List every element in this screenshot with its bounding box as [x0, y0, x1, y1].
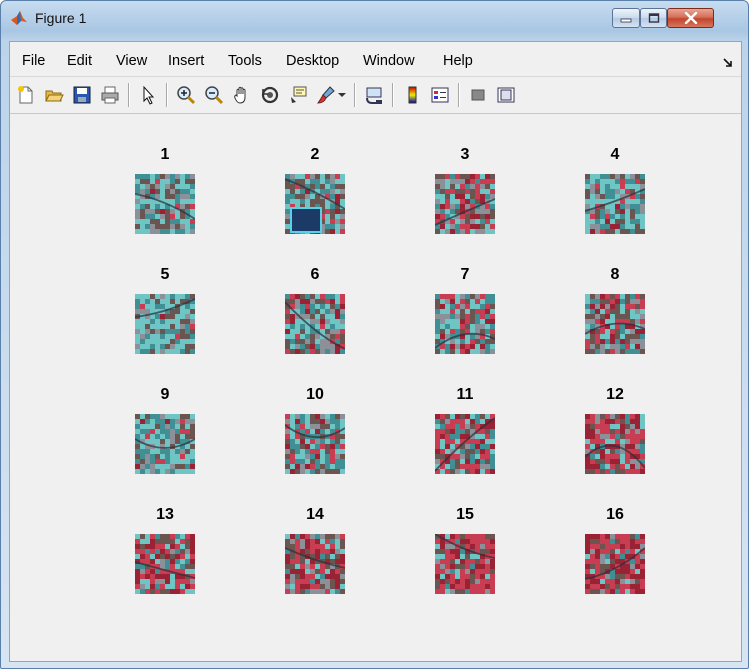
data-cursor-icon[interactable] [286, 83, 310, 107]
menu-desktop[interactable]: Desktop [286, 53, 339, 69]
toolbar-separator [392, 83, 394, 107]
satellite-image [585, 534, 645, 594]
satellite-image-tile [135, 294, 195, 354]
subplot-title: 9 [160, 386, 170, 403]
edit-plot-arrow-icon[interactable] [136, 83, 160, 107]
subplot-title: 11 [456, 386, 474, 403]
menu-file[interactable]: File [22, 53, 45, 69]
subplot-title: 14 [306, 506, 324, 523]
subplot-title: 16 [606, 506, 624, 523]
toolbar-separator [458, 83, 460, 107]
menu-help[interactable]: Help [443, 53, 473, 69]
satellite-image [135, 174, 195, 234]
brush-icon[interactable] [314, 83, 338, 107]
satellite-image [435, 414, 495, 474]
toolbar-separator [354, 83, 356, 107]
figure-window: Figure 1 File Edit View Insert Tools Des… [0, 0, 749, 669]
title-bar[interactable]: Figure 1 [1, 1, 748, 41]
satellite-image-tile [135, 534, 195, 594]
link-plot-icon[interactable] [362, 83, 386, 107]
save-icon[interactable] [70, 83, 94, 107]
insert-colorbar-icon[interactable] [400, 83, 424, 107]
satellite-image-tile [285, 414, 345, 474]
figure-client-area: File Edit View Insert Tools Desktop Wind… [9, 41, 742, 662]
menu-view[interactable]: View [116, 53, 147, 69]
minimize-icon [620, 13, 632, 23]
menu-tools[interactable]: Tools [228, 53, 262, 69]
satellite-image-tile [585, 414, 645, 474]
satellite-image-tile [285, 174, 345, 234]
maximize-icon [648, 13, 660, 23]
subplot-title: 1 [160, 146, 170, 163]
hide-plot-tools-icon[interactable] [466, 83, 490, 107]
zoom-out-icon[interactable] [202, 83, 226, 107]
toolbar-separator [166, 83, 168, 107]
subplot-title: 4 [610, 146, 620, 163]
subplot-title: 12 [606, 386, 624, 403]
satellite-image [285, 534, 345, 594]
satellite-image [585, 294, 645, 354]
satellite-image [435, 174, 495, 234]
subplot-title: 10 [306, 386, 324, 403]
figure-canvas[interactable]: 1 2 3 4 5 6 7 8 9 10 11 12 13 14 15 16 [10, 114, 741, 661]
new-figure-icon[interactable] [14, 83, 38, 107]
satellite-image [435, 294, 495, 354]
subplot-title: 15 [456, 506, 474, 523]
menu-window[interactable]: Window [363, 53, 415, 69]
subplot-title: 7 [460, 266, 470, 283]
satellite-image [285, 174, 345, 234]
satellite-image [585, 174, 645, 234]
satellite-image-tile [285, 534, 345, 594]
satellite-image-tile [585, 534, 645, 594]
satellite-image-tile [135, 174, 195, 234]
close-icon [684, 12, 698, 24]
insert-legend-icon[interactable] [428, 83, 452, 107]
satellite-image-tile [585, 174, 645, 234]
satellite-image-tile [135, 414, 195, 474]
subplot-title: 6 [310, 266, 320, 283]
minimize-button[interactable] [612, 8, 640, 28]
satellite-image-tile [435, 534, 495, 594]
subplot-title: 13 [156, 506, 174, 523]
satellite-image-tile [285, 294, 345, 354]
menu-edit[interactable]: Edit [67, 53, 92, 69]
satellite-image [135, 294, 195, 354]
matlab-icon [10, 9, 28, 27]
satellite-image [285, 414, 345, 474]
satellite-image [585, 414, 645, 474]
dock-arrow-icon[interactable] [723, 55, 733, 73]
satellite-image [435, 534, 495, 594]
pan-hand-icon[interactable] [230, 83, 254, 107]
satellite-image-tile [435, 174, 495, 234]
maximize-button[interactable] [640, 8, 667, 28]
satellite-image-tile [435, 414, 495, 474]
subplot-title: 5 [160, 266, 170, 283]
brush-dropdown-icon[interactable] [336, 83, 348, 107]
figure-toolbar [10, 77, 741, 114]
print-icon[interactable] [98, 83, 122, 107]
rotate-3d-icon[interactable] [258, 83, 282, 107]
subplot-title: 8 [610, 266, 620, 283]
open-file-icon[interactable] [42, 83, 66, 107]
satellite-image [135, 414, 195, 474]
menu-insert[interactable]: Insert [168, 53, 204, 69]
satellite-image [285, 294, 345, 354]
toolbar-separator [128, 83, 130, 107]
show-plot-tools-icon[interactable] [494, 83, 518, 107]
satellite-image-tile [435, 294, 495, 354]
satellite-image [135, 534, 195, 594]
subplot-title: 3 [460, 146, 470, 163]
menu-bar: File Edit View Insert Tools Desktop Wind… [10, 42, 741, 77]
close-button[interactable] [667, 8, 714, 28]
zoom-in-icon[interactable] [174, 83, 198, 107]
window-title: Figure 1 [35, 10, 87, 26]
subplot-title: 2 [310, 146, 320, 163]
satellite-image-tile [585, 294, 645, 354]
